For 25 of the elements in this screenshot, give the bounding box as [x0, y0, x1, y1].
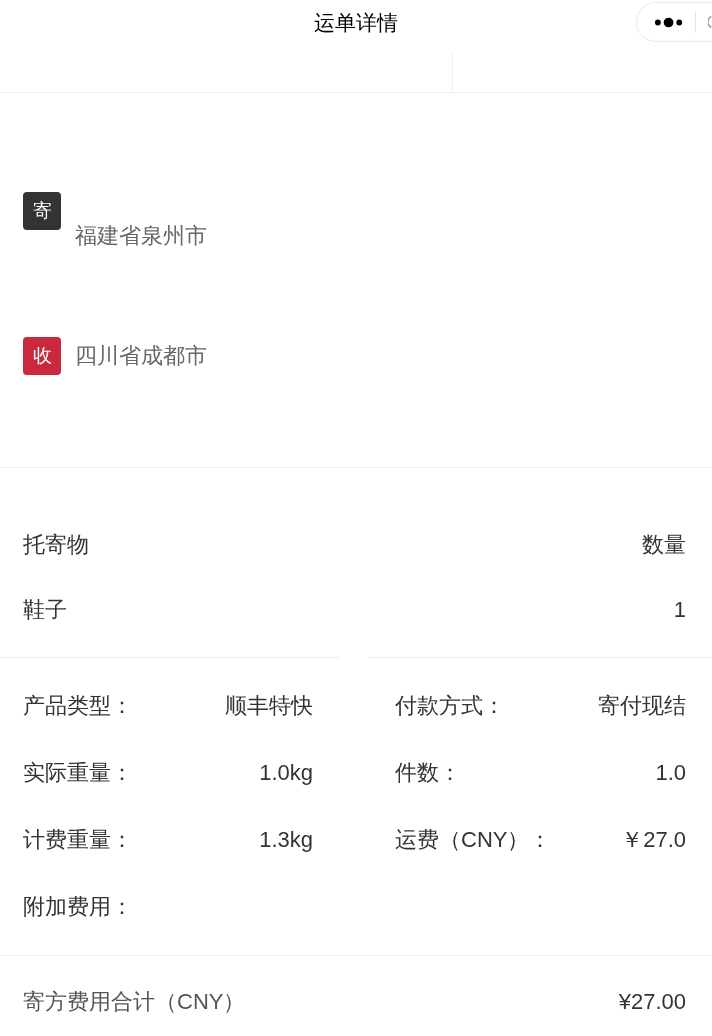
column-header: 数量 — [642, 531, 686, 558]
more-icon[interactable] — [654, 16, 684, 28]
address-region: 福建省泉州市 — [75, 222, 207, 249]
detail-value: 1.0 — [655, 759, 686, 786]
detail-label: 产品类型： — [23, 692, 133, 719]
detail-value: 寄付现结 — [598, 692, 686, 719]
detail-label: 运费（CNY）： — [395, 826, 552, 853]
detail-label: 付款方式： — [395, 692, 505, 719]
detail-value: 1.3kg — [259, 826, 313, 853]
total-label: 寄方费用合计（CNY） — [23, 989, 246, 1015]
detail-value: 顺丰特快 — [225, 692, 313, 719]
detail-label: 附加费用： — [23, 893, 133, 920]
address-region: 四川省成都市 — [75, 343, 207, 369]
detail-value: ￥27.0 — [621, 826, 686, 853]
detail-label: 实际重量： — [23, 759, 133, 786]
address-badge: 寄 — [23, 192, 61, 230]
table-cell: 鞋子 — [23, 596, 67, 623]
table-cell: 1 — [673, 596, 686, 623]
total-value: ¥27.00 — [618, 989, 686, 1015]
address-badge: 收 — [23, 337, 61, 375]
detail-label: 计费重量： — [23, 826, 133, 853]
detail-value: 1.0kg — [259, 759, 313, 786]
page-title: 运单详情 — [314, 10, 398, 36]
column-header: 托寄物 — [23, 531, 89, 558]
detail-label: 件数： — [395, 759, 461, 786]
